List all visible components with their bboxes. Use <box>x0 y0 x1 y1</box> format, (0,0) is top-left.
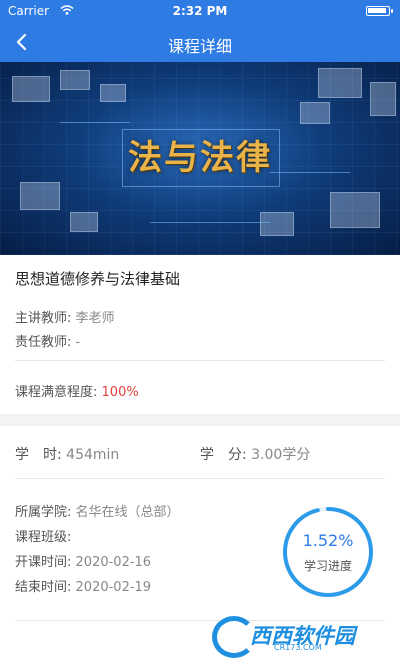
section-gap <box>0 414 400 426</box>
nav-bar: 课程详细 <box>0 22 400 62</box>
divider <box>15 360 385 361</box>
start-date-row: 开课时间: 2020-02-16 <box>15 551 151 570</box>
end-date-value: 2020-02-19 <box>75 580 152 595</box>
status-time: 2:32 PM <box>172 4 228 18</box>
responsible-teacher-label: 责任教师: <box>15 335 72 350</box>
course-banner: 法与法律 <box>0 62 400 255</box>
page-title: 课程详细 <box>167 37 232 56</box>
progress-percentage: 1.52% <box>302 531 354 550</box>
satisfaction-row: 课程满意程度: 100% <box>15 381 139 400</box>
end-date-label: 结束时间: <box>15 580 72 595</box>
credits-value: 3.00学分 <box>251 447 311 463</box>
watermark-domain: CR173.COM <box>274 643 322 652</box>
battery-icon <box>366 6 393 16</box>
top-bar: Carrier 2:32 PM 课程详细 <box>0 0 400 62</box>
start-date-label: 开课时间: <box>15 555 72 570</box>
teacher-value: 李老师 <box>75 311 115 326</box>
credits-label: 学 分: <box>200 447 247 463</box>
teacher-row: 主讲教师: 李老师 <box>15 307 115 326</box>
credits-stat: 学 分: 3.00学分 <box>200 444 310 464</box>
class-row: 课程班级: <box>15 526 71 545</box>
watermark: 西西软件园 CR173.COM <box>212 612 400 662</box>
responsible-teacher-value: - <box>75 335 81 350</box>
banner-headline: 法与法律 <box>128 138 272 178</box>
satisfaction-value: 100% <box>101 385 139 400</box>
college-label: 所属学院: <box>15 505 72 520</box>
satisfaction-label: 课程满意程度: <box>15 385 98 400</box>
hours-value: 454min <box>66 447 120 463</box>
class-label: 课程班级: <box>15 530 72 545</box>
status-bar: Carrier 2:32 PM <box>0 0 400 22</box>
hours-stat: 学 时: 454min <box>15 444 119 464</box>
progress-ring-graphic <box>283 507 373 597</box>
start-date-value: 2020-02-16 <box>75 555 152 570</box>
study-progress-ring: 1.52% 学习进度 <box>281 505 375 599</box>
divider <box>15 478 385 479</box>
teacher-label: 主讲教师: <box>15 311 72 326</box>
course-name: 思想道德修养与法律基础 <box>15 270 181 288</box>
progress-label: 学习进度 <box>303 559 352 573</box>
end-date-row: 结束时间: 2020-02-19 <box>15 576 151 595</box>
college-value: 名华在线（总部） <box>75 505 180 520</box>
college-row: 所属学院: 名华在线（总部） <box>15 501 180 520</box>
responsible-teacher-row: 责任教师: - <box>15 331 80 350</box>
hours-label: 学 时: <box>15 447 62 463</box>
